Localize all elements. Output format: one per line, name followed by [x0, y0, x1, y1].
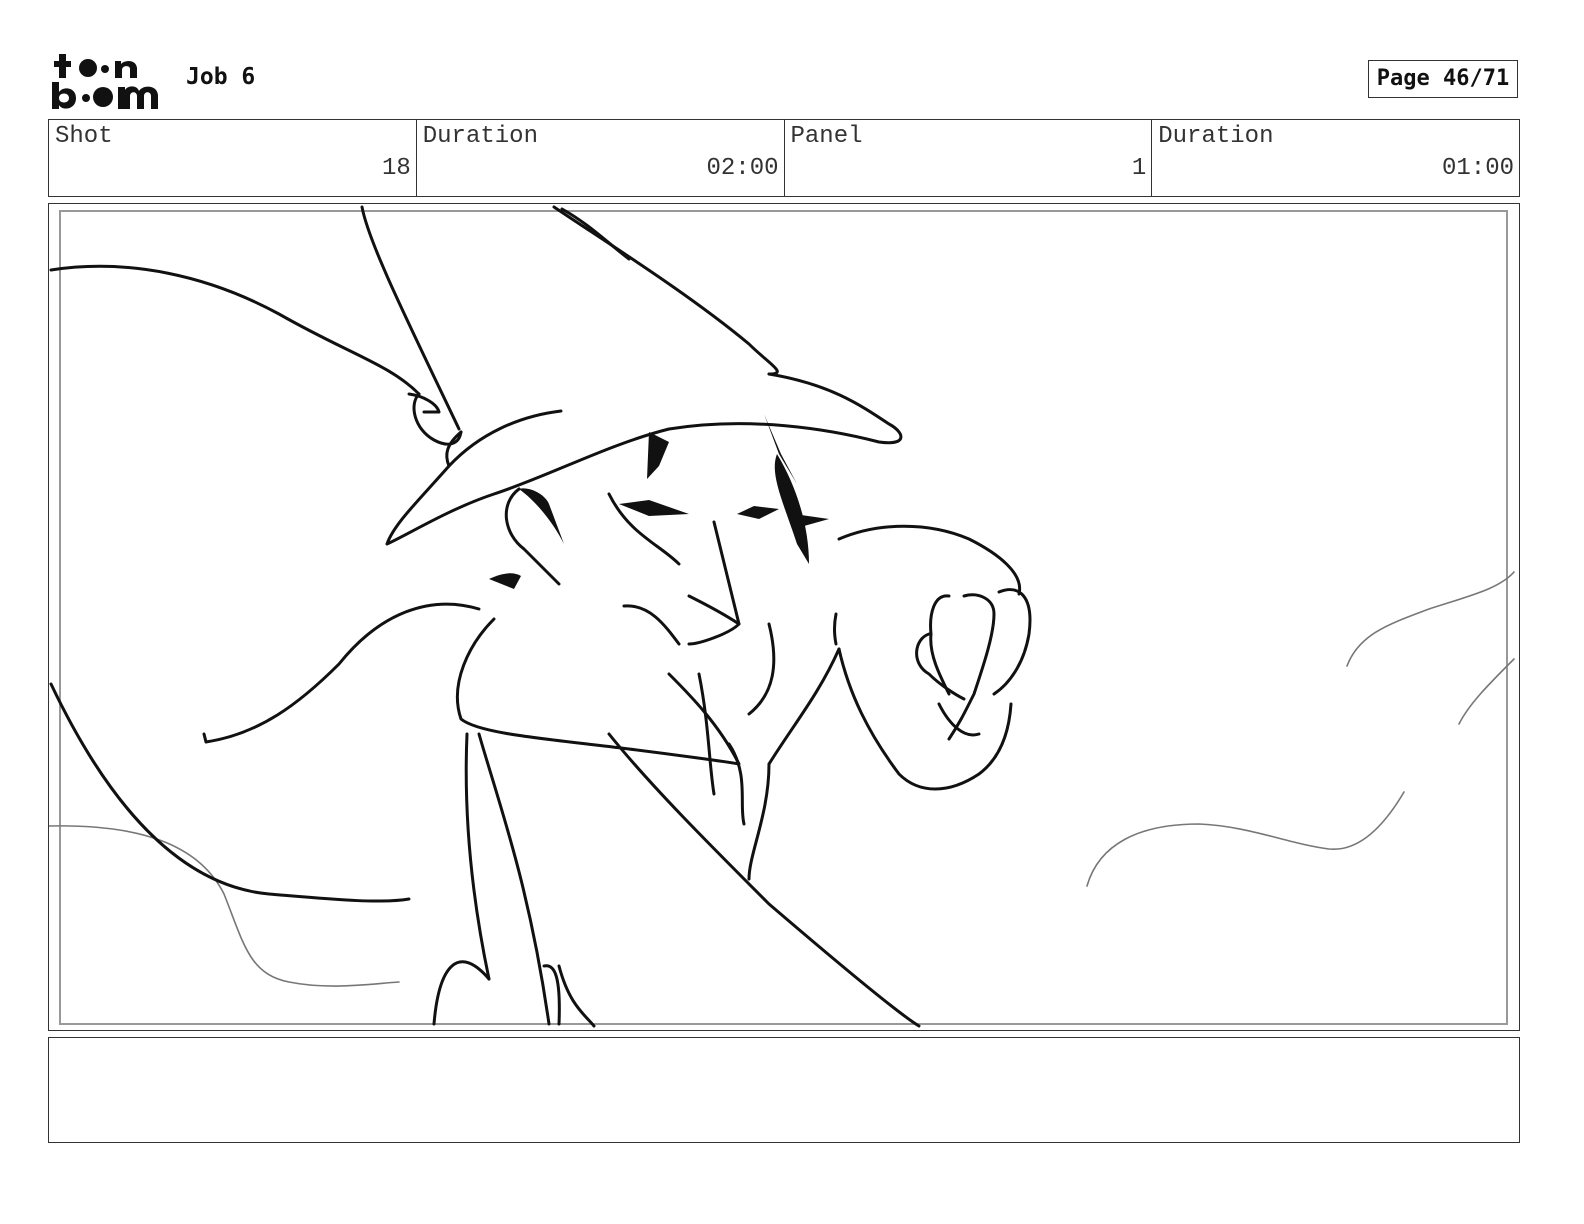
shot-duration-value: 02:00: [706, 155, 779, 182]
shot-cell: Shot 18: [49, 120, 417, 196]
panel-duration-value: 01:00: [1441, 155, 1514, 182]
shot-label: Shot: [55, 123, 113, 150]
panel-cell: Panel 1: [785, 120, 1153, 196]
shot-duration-label: Duration: [422, 123, 538, 150]
shot-value: 18: [381, 155, 411, 182]
storyboard-panel: [48, 203, 1520, 1031]
job-title: Job 6: [186, 64, 256, 90]
panel-duration-cell: Duration 01:00: [1152, 120, 1519, 196]
shot-duration-cell: Duration 02:00: [417, 120, 785, 196]
character-lines: [49, 205, 1032, 1028]
safe-frame: [59, 210, 1508, 1025]
panel-duration-label: Duration: [1158, 123, 1274, 150]
toon-boom-logo: [52, 54, 158, 109]
panel-label: Panel: [790, 123, 863, 150]
shot-info-row: Shot 18 Duration 02:00 Panel 1 Duration …: [48, 119, 1520, 197]
panel-value: 1: [1131, 155, 1147, 182]
page-number: Page 46/71: [1368, 60, 1518, 98]
hair-fill: [489, 414, 829, 589]
wind-lines: [49, 571, 1515, 987]
witch-sketch-drawing: [49, 205, 1515, 1028]
panel-notes-box: [48, 1037, 1520, 1143]
